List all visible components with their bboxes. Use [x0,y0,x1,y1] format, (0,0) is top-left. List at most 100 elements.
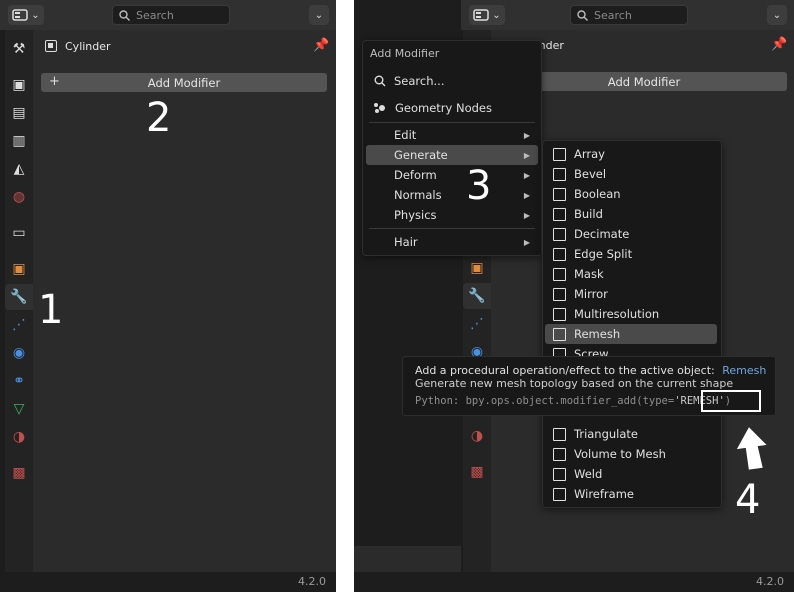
menu-item-mirror[interactable]: Mirror [545,284,719,304]
pin-icon[interactable]: 📌 [313,38,329,53]
material-icon: ◑ [470,428,484,444]
menu-item-label: Decimate [574,227,630,241]
add-modifier-button[interactable]: + Add Modifier [41,73,327,92]
tab-texture[interactable]: ▩ [5,460,33,486]
menu-item-deform[interactable]: Deform ▶ [366,165,538,185]
menu-item-boolean[interactable]: Boolean [545,184,719,204]
menu-item-search[interactable]: Search... [366,71,538,91]
tab-physics[interactable]: ◉ [5,340,33,366]
tab-output[interactable]: ▤ [5,100,33,126]
menu-item-label: Volume to Mesh [574,447,666,461]
version-label: 4.2.0 [756,575,784,588]
submenu-arrow-icon: ▶ [523,190,530,200]
tab-world[interactable]: ◍ [5,184,33,210]
submenu-arrow-icon: ▶ [523,170,530,180]
tab-modifiers[interactable]: 🔧 [463,283,491,309]
tooltip-line-2: Generate new mesh topology based on the … [415,377,734,390]
chevron-down-icon: ⌄ [492,9,501,21]
wireframe-icon [553,487,566,501]
chevron-down-icon: ⌄ [314,9,324,21]
menu-item-label: Mirror [574,287,608,301]
status-bar: 4.2.0 [0,572,336,592]
tab-render[interactable]: ▣ [5,72,33,98]
tab-data[interactable]: ▽ [5,396,33,422]
menu-item-label: Array [574,147,605,161]
tab-scene[interactable]: ◭ [5,156,33,182]
version-label: 4.2.0 [298,575,326,588]
decimate-icon [553,227,566,241]
tab-constraints[interactable]: ⚭ [5,368,33,394]
tab-material[interactable]: ◑ [5,424,33,450]
tab-tool[interactable]: ⚒ [5,36,33,62]
step-1-label: 1 [38,287,64,333]
menu-item-array[interactable]: Array [545,144,719,164]
step-4-label: 4 [735,477,761,523]
menu-item-weld[interactable]: Weld [545,464,719,484]
add-modifier-button[interactable]: Add Modifier [501,72,787,91]
menu-item-label: Multiresolution [574,307,660,321]
generate-submenu: Array Bevel Boolean Build Decimate Edge … [542,140,722,508]
menu-item-edit[interactable]: Edit ▶ [366,125,538,145]
tab-object[interactable]: ▣ [463,255,491,281]
chevron-down-icon: ⌄ [31,9,40,21]
multiresolution-icon [553,307,566,321]
tab-object[interactable]: ▣ [5,256,33,282]
menu-item-volume-to-mesh[interactable]: Volume to Mesh [545,444,719,464]
tab-modifiers[interactable]: 🔧 [5,284,33,310]
menu-item-label: Remesh [574,327,621,341]
scene-icon: ◭ [13,161,25,177]
tab-particles[interactable]: ⋰ [5,312,33,338]
menu-item-physics[interactable]: Physics ▶ [366,205,538,225]
background-strip [354,546,461,572]
menu-item-remesh[interactable]: Remesh [545,324,717,344]
submenu-arrow-icon: ▶ [523,237,530,247]
pin-icon[interactable]: 📌 [771,37,787,52]
tab-particles[interactable]: ⋰ [463,311,491,337]
step-2-label: 2 [146,95,172,141]
editor-type-icon [12,9,29,21]
menu-item-hair[interactable]: Hair ▶ [366,232,538,252]
header-bar: ⌄ Search ⌄ [461,0,794,30]
search-placeholder: Search [136,8,174,22]
menu-item-build[interactable]: Build [545,204,719,224]
search-input[interactable]: Search [112,5,230,25]
tab-collection[interactable]: ▭ [5,220,33,246]
header-bar: ⌄ Search ⌄ [0,0,336,30]
menu-item-edge-split[interactable]: Edge Split [545,244,719,264]
add-modifier-menu: Add Modifier Search... Geometry Nodes Ed… [362,40,542,256]
properties-tabs: ⚒ ▣ ▤ ▥ ◭ ◍ ▭ ▣ 🔧 ⋰ ◉ ⚭ ▽ ◑ ▩ [5,30,33,572]
volume-to-mesh-icon [553,447,566,461]
menu-item-normals[interactable]: Normals ▶ [366,185,538,205]
view-layer-icon: ▥ [12,133,26,149]
menu-item-label: Physics [394,208,437,222]
editor-type-button[interactable]: ⌄ [469,5,505,25]
menu-item-multiresolution[interactable]: Multiresolution [545,304,719,324]
object-name-row: Cylinder [45,38,111,54]
search-icon [119,9,130,21]
output-icon: ▤ [12,105,26,121]
menu-item-generate[interactable]: Generate ▶ [366,145,538,165]
tab-view-layer[interactable]: ▥ [5,128,33,154]
menu-item-decimate[interactable]: Decimate [545,224,719,244]
menu-item-triangulate[interactable]: Triangulate [545,424,719,444]
editor-type-button[interactable]: ⌄ [8,5,44,25]
remesh-icon [553,327,566,341]
plus-icon: + [49,74,60,89]
submenu-arrow-icon: ▶ [523,150,530,160]
search-input[interactable]: Search [570,5,688,25]
edge-split-icon [553,247,566,261]
tab-texture[interactable]: ▩ [463,459,491,485]
menu-item-wireframe[interactable]: Wireframe [545,484,719,504]
python-prefix: Python: bpy.ops.object.modifier_add(type… [415,395,675,407]
submenu-arrow-icon: ▶ [523,130,530,140]
menu-item-bevel[interactable]: Bevel [545,164,719,184]
menu-item-label: Search... [394,74,445,88]
menu-item-geometry-nodes[interactable]: Geometry Nodes [366,98,538,118]
search-icon [374,75,386,87]
tooltip-python-line: Python: bpy.ops.object.modifier_add(type… [415,395,731,407]
header-options-button[interactable]: ⌄ [767,5,787,25]
tab-material[interactable]: ◑ [463,423,491,449]
object-icon [45,40,57,52]
menu-item-mask[interactable]: Mask [545,264,719,284]
header-options-button[interactable]: ⌄ [309,5,329,25]
